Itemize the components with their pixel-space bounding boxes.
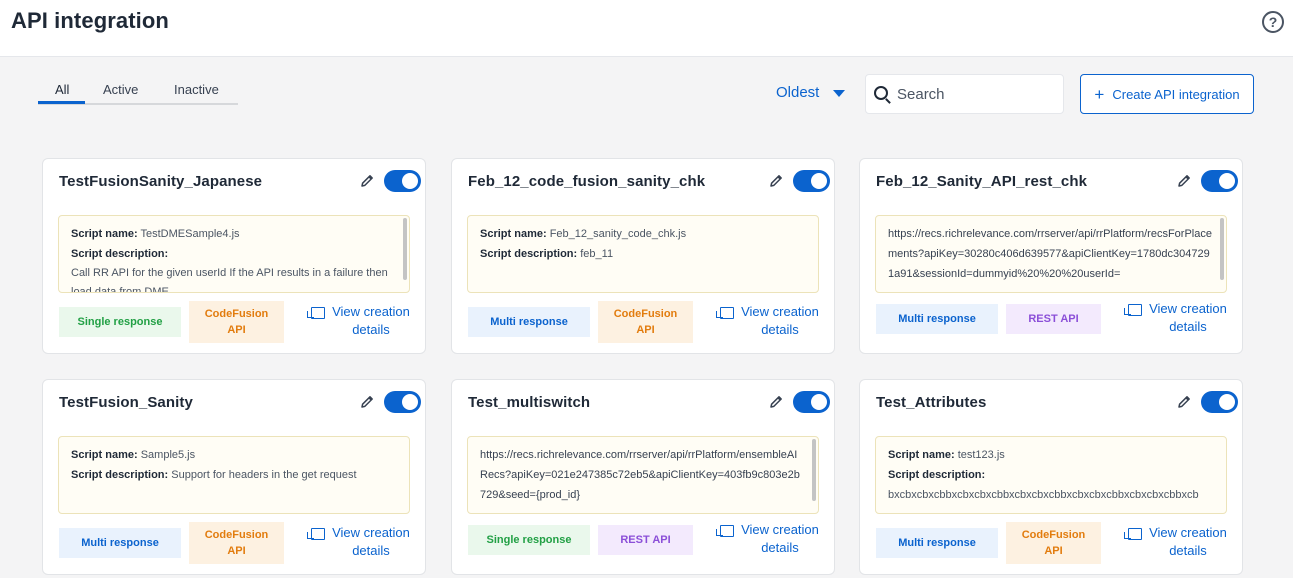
toggle-knob [402,394,418,410]
integration-card: TestFusion_Sanity Script name: Sample5.j… [42,379,426,575]
active-tab-indicator [38,101,85,104]
pencil-icon[interactable] [768,173,784,189]
scrollbar[interactable] [403,218,407,280]
integration-card: Test_Attributes Script name: test123.js … [859,379,1243,575]
pencil-icon[interactable] [768,394,784,410]
scrollbar[interactable] [1220,218,1224,280]
script-description-label: Script description: [71,248,169,260]
script-name-value: Sample5.js [140,449,196,461]
script-description-value: Call RR API for the given userId If the … [71,267,388,293]
enabled-toggle[interactable] [1201,170,1238,192]
view-creation-details-link[interactable]: View creation details [728,521,826,557]
pencil-icon[interactable] [1176,173,1192,189]
enabled-toggle[interactable] [1201,391,1238,413]
card-title: TestFusionSanity_Japanese [59,173,263,190]
integration-card: TestFusionSanity_Japanese Script name: T… [42,158,426,354]
response-type-badge: Multi response [876,528,998,558]
response-type-badge: Multi response [876,304,998,334]
script-details: Script name: Sample5.js Script descripti… [58,436,410,514]
toggle-knob [811,173,827,189]
tab-inactive[interactable]: Inactive [174,82,219,97]
script-description-value: bxcbxcbxcbbxcbxcbxcbbxcbxcbxcbbxcbxcbxcb… [888,489,1199,501]
script-name-value: Feb_12_sanity_code_chk.js [549,228,687,240]
integration-card: Feb_12_code_fusion_sanity_chk Script nam… [451,158,835,354]
pencil-icon[interactable] [359,394,375,410]
script-description-label: Script description: [480,248,578,260]
response-type-badge: Single response [59,307,181,337]
integration-card: Feb_12_Sanity_API_rest_chk https://recs.… [859,158,1243,354]
api-type-badge: CodeFusion API [1006,522,1101,564]
response-type-badge: Single response [468,525,590,555]
card-title: Feb_12_code_fusion_sanity_chk [468,173,706,190]
create-api-integration-button[interactable]: + Create API integration [1080,74,1254,114]
help-icon[interactable]: ? [1262,11,1284,33]
view-creation-details-link[interactable]: View creation details [319,303,417,339]
card-title: Test_Attributes [876,394,987,411]
api-url-value: https://recs.richrelevance.com/rrserver/… [480,449,800,501]
chevron-down-icon [833,90,846,97]
script-name-value: TestDMESample4.js [140,228,240,240]
search-icon [874,85,888,100]
pencil-icon[interactable] [359,173,375,189]
search-input[interactable] [897,85,1057,103]
filter-tabs: All Active Inactive [38,80,238,105]
integration-card: Test_multiswitch https://recs.richreleva… [451,379,835,575]
enabled-toggle[interactable] [384,391,421,413]
api-url-box: https://recs.richrelevance.com/rrserver/… [875,215,1227,293]
script-name-label: Script name: [71,228,138,240]
card-title: Feb_12_Sanity_API_rest_chk [876,173,1088,190]
enabled-toggle[interactable] [793,170,830,192]
script-name-label: Script name: [480,228,547,240]
script-description-value: Support for headers in the get request [171,469,357,481]
response-type-badge: Multi response [468,307,590,337]
script-details: Script name: TestDMESample4.js Script de… [58,215,410,293]
enabled-toggle[interactable] [384,170,421,192]
create-button-label: Create API integration [1112,86,1240,102]
toggle-knob [402,173,418,189]
api-type-badge: CodeFusion API [189,301,284,343]
enabled-toggle[interactable] [793,391,830,413]
top-bar: API integration ? [0,0,1293,57]
script-description-value: feb_11 [580,248,614,260]
toggle-knob [811,394,827,410]
toggle-knob [1219,173,1235,189]
view-creation-details-link[interactable]: View creation details [319,524,417,560]
tab-active[interactable]: Active [103,82,138,97]
sort-dropdown[interactable]: Oldest [776,84,846,101]
api-url-value: https://recs.richrelevance.com/rrserver/… [888,228,1212,280]
script-name-value: test123.js [957,449,1005,461]
tab-all[interactable]: All [55,82,69,97]
plus-icon: + [1094,84,1105,104]
card-title: Test_multiswitch [468,394,591,411]
api-type-badge: REST API [1006,304,1101,334]
api-type-badge: CodeFusion API [189,522,284,564]
script-description-label: Script description: [71,469,169,481]
toggle-knob [1219,394,1235,410]
api-type-badge: REST API [598,525,693,555]
view-creation-details-link[interactable]: View creation details [728,303,826,339]
script-details: Script name: Feb_12_sanity_code_chk.js S… [467,215,819,293]
response-type-badge: Multi response [59,528,181,558]
page-title: API integration [11,8,169,33]
script-name-label: Script name: [71,449,138,461]
api-url-box: https://recs.richrelevance.com/rrserver/… [467,436,819,514]
sort-label: Oldest [776,84,820,101]
view-creation-details-link[interactable]: View creation details [1136,300,1234,336]
search-box [865,74,1064,114]
api-type-badge: CodeFusion API [598,301,693,343]
script-details: Script name: test123.js Script descripti… [875,436,1227,514]
script-description-label: Script description: [888,469,986,481]
view-creation-details-link[interactable]: View creation details [1136,524,1234,560]
card-title: TestFusion_Sanity [59,394,193,411]
script-name-label: Script name: [888,449,955,461]
pencil-icon[interactable] [1176,394,1192,410]
scrollbar[interactable] [812,439,816,501]
